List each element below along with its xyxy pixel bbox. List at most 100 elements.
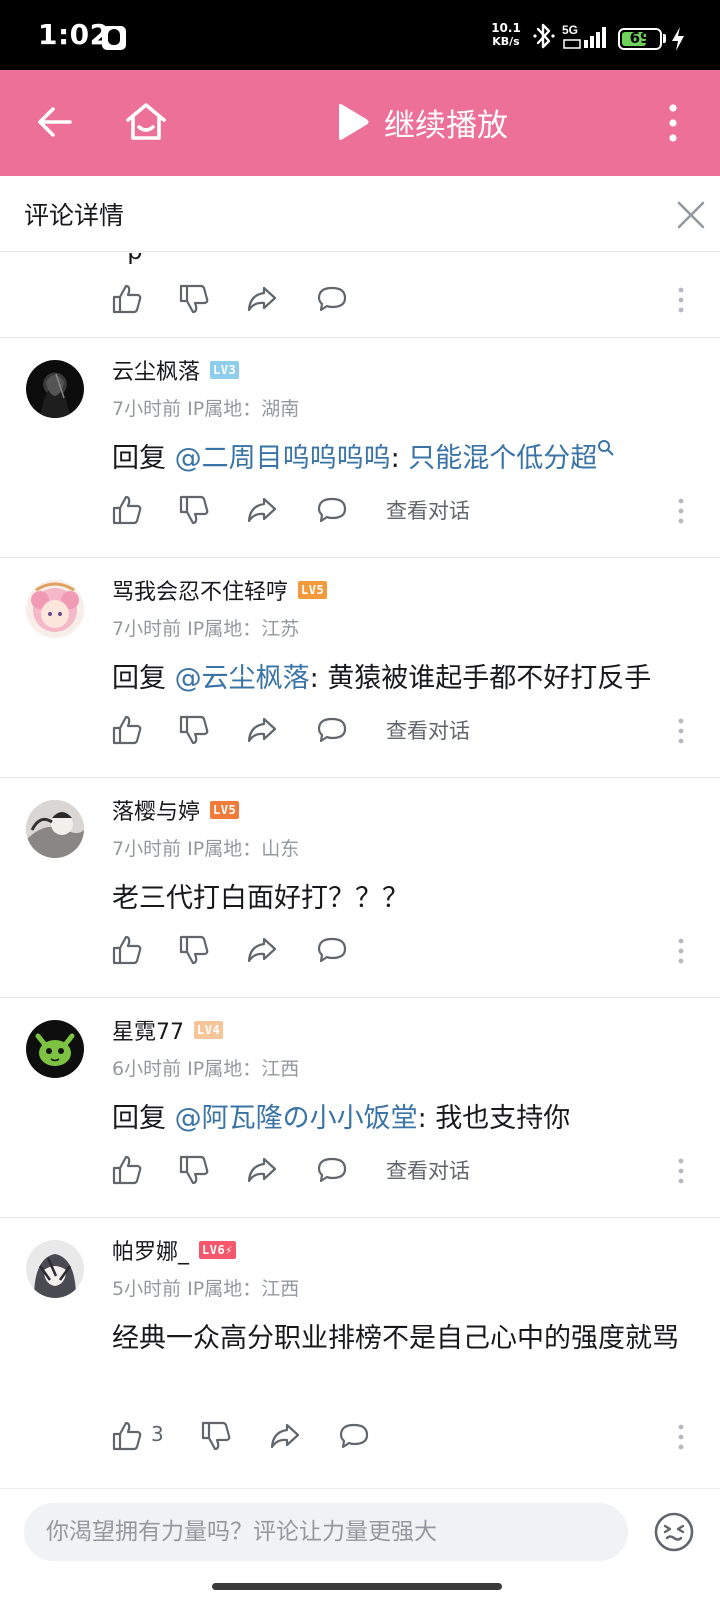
reply-button[interactable] [316, 494, 348, 526]
share-button[interactable] [246, 934, 278, 966]
comment-bubble-icon [317, 717, 347, 743]
like-button[interactable] [111, 1420, 143, 1452]
comment-text: 回复 @阿瓦隆の小小饭堂: 我也支持你 [112, 1096, 704, 1142]
like-button[interactable] [111, 934, 143, 966]
avatar[interactable] [26, 1240, 84, 1298]
like-button[interactable] [111, 283, 143, 315]
avatar-art [40, 373, 70, 418]
avatar[interactable] [26, 580, 84, 638]
avatar[interactable] [26, 1020, 84, 1078]
share-icon [247, 1157, 277, 1183]
comment-time: 7小时前 [112, 838, 182, 860]
more-vertical-icon[interactable] [668, 104, 678, 142]
ip-location: 山东 [261, 838, 300, 860]
ip-label: IP属地： [187, 1278, 262, 1300]
comment-bubble-icon [317, 286, 347, 312]
reply-button[interactable] [338, 1420, 370, 1452]
more-vertical-icon[interactable] [677, 1157, 685, 1185]
more-vertical-icon[interactable] [677, 497, 685, 525]
comment-list[interactable]: · p 云尘枫落LV3 7小时前 IP属地：湖南 回复 @二周目呜呜呜呜: 只能… [0, 253, 720, 1487]
comment-text: 老三代打白面好打？？？ [112, 883, 409, 914]
comment-time: 6小时前 [112, 1058, 182, 1080]
level-badge: LV3 [210, 361, 240, 379]
back-arrow-icon[interactable] [36, 103, 74, 141]
share-button[interactable] [246, 1154, 278, 1186]
thumbs-down-icon [179, 715, 209, 745]
comment-input[interactable] [24, 1503, 628, 1561]
reply-button[interactable] [316, 934, 348, 966]
comment-input-bar [0, 1488, 720, 1601]
home-icon[interactable] [124, 100, 168, 144]
ip-label: IP属地： [187, 398, 262, 420]
dislike-button[interactable] [178, 714, 210, 746]
like-button[interactable] [111, 1154, 143, 1186]
reply-button[interactable] [316, 714, 348, 746]
reply-button[interactable] [316, 283, 348, 315]
search-keyword-link[interactable]: 只能混个低分超 [408, 443, 597, 474]
action-row [0, 279, 720, 319]
more-vertical-icon[interactable] [677, 286, 685, 314]
ip-label: IP属地： [187, 1058, 262, 1080]
dislike-button[interactable] [178, 283, 210, 315]
share-button[interactable] [246, 714, 278, 746]
status-time: 1:02 [38, 18, 110, 51]
dislike-button[interactable] [178, 934, 210, 966]
thumbs-down-icon [201, 1421, 231, 1451]
username[interactable]: 云尘枫落 LV3 [112, 354, 240, 386]
action-row: 查看对话 [0, 710, 720, 750]
like-button[interactable] [111, 714, 143, 746]
more-vertical-icon[interactable] [677, 937, 685, 965]
action-row: 3 [0, 1416, 720, 1456]
view-conversation-button[interactable]: 查看对话 [386, 495, 470, 525]
share-icon [247, 937, 277, 963]
level-badge: LV6⚡ [199, 1241, 236, 1259]
more-vertical-icon[interactable] [677, 1423, 685, 1451]
share-icon [247, 717, 277, 743]
ip-location: 江西 [261, 1058, 300, 1080]
dislike-button[interactable] [200, 1420, 232, 1452]
action-row: 查看对话 [0, 1150, 720, 1190]
username[interactable]: 帕罗娜_ LV6⚡ [112, 1234, 236, 1266]
share-icon [247, 497, 277, 523]
like-button[interactable] [111, 494, 143, 526]
username[interactable]: 星霓77 LV4 [112, 1014, 224, 1046]
home-indicator[interactable] [212, 1583, 502, 1590]
reply-button[interactable] [316, 1154, 348, 1186]
comment-detail-header: 评论详情 [0, 176, 720, 252]
view-conversation-button[interactable]: 查看对话 [386, 715, 470, 745]
share-button[interactable] [246, 283, 278, 315]
comment-item: 星霓77 LV4 6小时前 IP属地：江西 回复 @阿瓦隆の小小饭堂: 我也支持你… [0, 998, 720, 1218]
continue-playback-button[interactable]: 继续播放 [384, 100, 508, 145]
more-vertical-icon[interactable] [677, 717, 685, 745]
play-icon[interactable] [334, 102, 370, 142]
mention-link[interactable]: @阿瓦隆の小小饭堂 [175, 1103, 418, 1134]
thumbs-up-icon [112, 1155, 142, 1185]
share-button[interactable] [246, 494, 278, 526]
username[interactable]: 骂我会忍不住轻哼 LV5 [112, 574, 328, 606]
reply-prefix: 回复 [112, 443, 175, 474]
username-text: 落樱与婷 [112, 800, 201, 825]
ip-location: 江西 [261, 1278, 300, 1300]
view-conversation-button[interactable]: 查看对话 [386, 1155, 470, 1185]
status-bar: 1:02 10.1 KB/s 5G 69 [0, 0, 720, 70]
bluetooth-icon [533, 23, 555, 49]
avatar[interactable] [26, 360, 84, 418]
mention-link[interactable]: @云尘枫落 [175, 663, 310, 694]
thumbs-down-icon [179, 1155, 209, 1185]
signal-icon: 5G [562, 23, 606, 49]
close-icon[interactable] [676, 200, 706, 230]
username[interactable]: 落樱与婷 LV5 [112, 794, 240, 826]
avatar[interactable] [26, 800, 84, 858]
thumbs-up-icon [112, 284, 142, 314]
mention-link[interactable]: @二周目呜呜呜呜 [175, 443, 391, 474]
dislike-button[interactable] [178, 1154, 210, 1186]
thumbs-down-icon [179, 495, 209, 525]
share-button[interactable] [269, 1420, 301, 1452]
username-text: 帕罗娜_ [112, 1240, 190, 1265]
comment-item: 骂我会忍不住轻哼 LV5 7小时前 IP属地：江苏 回复 @云尘枫落: 黄猿被谁起… [0, 558, 720, 778]
thumbs-down-icon [179, 935, 209, 965]
emoji-icon[interactable] [653, 1511, 695, 1553]
comment-bubble-icon [317, 1157, 347, 1183]
comment-bubble-icon [317, 937, 347, 963]
dislike-button[interactable] [178, 494, 210, 526]
